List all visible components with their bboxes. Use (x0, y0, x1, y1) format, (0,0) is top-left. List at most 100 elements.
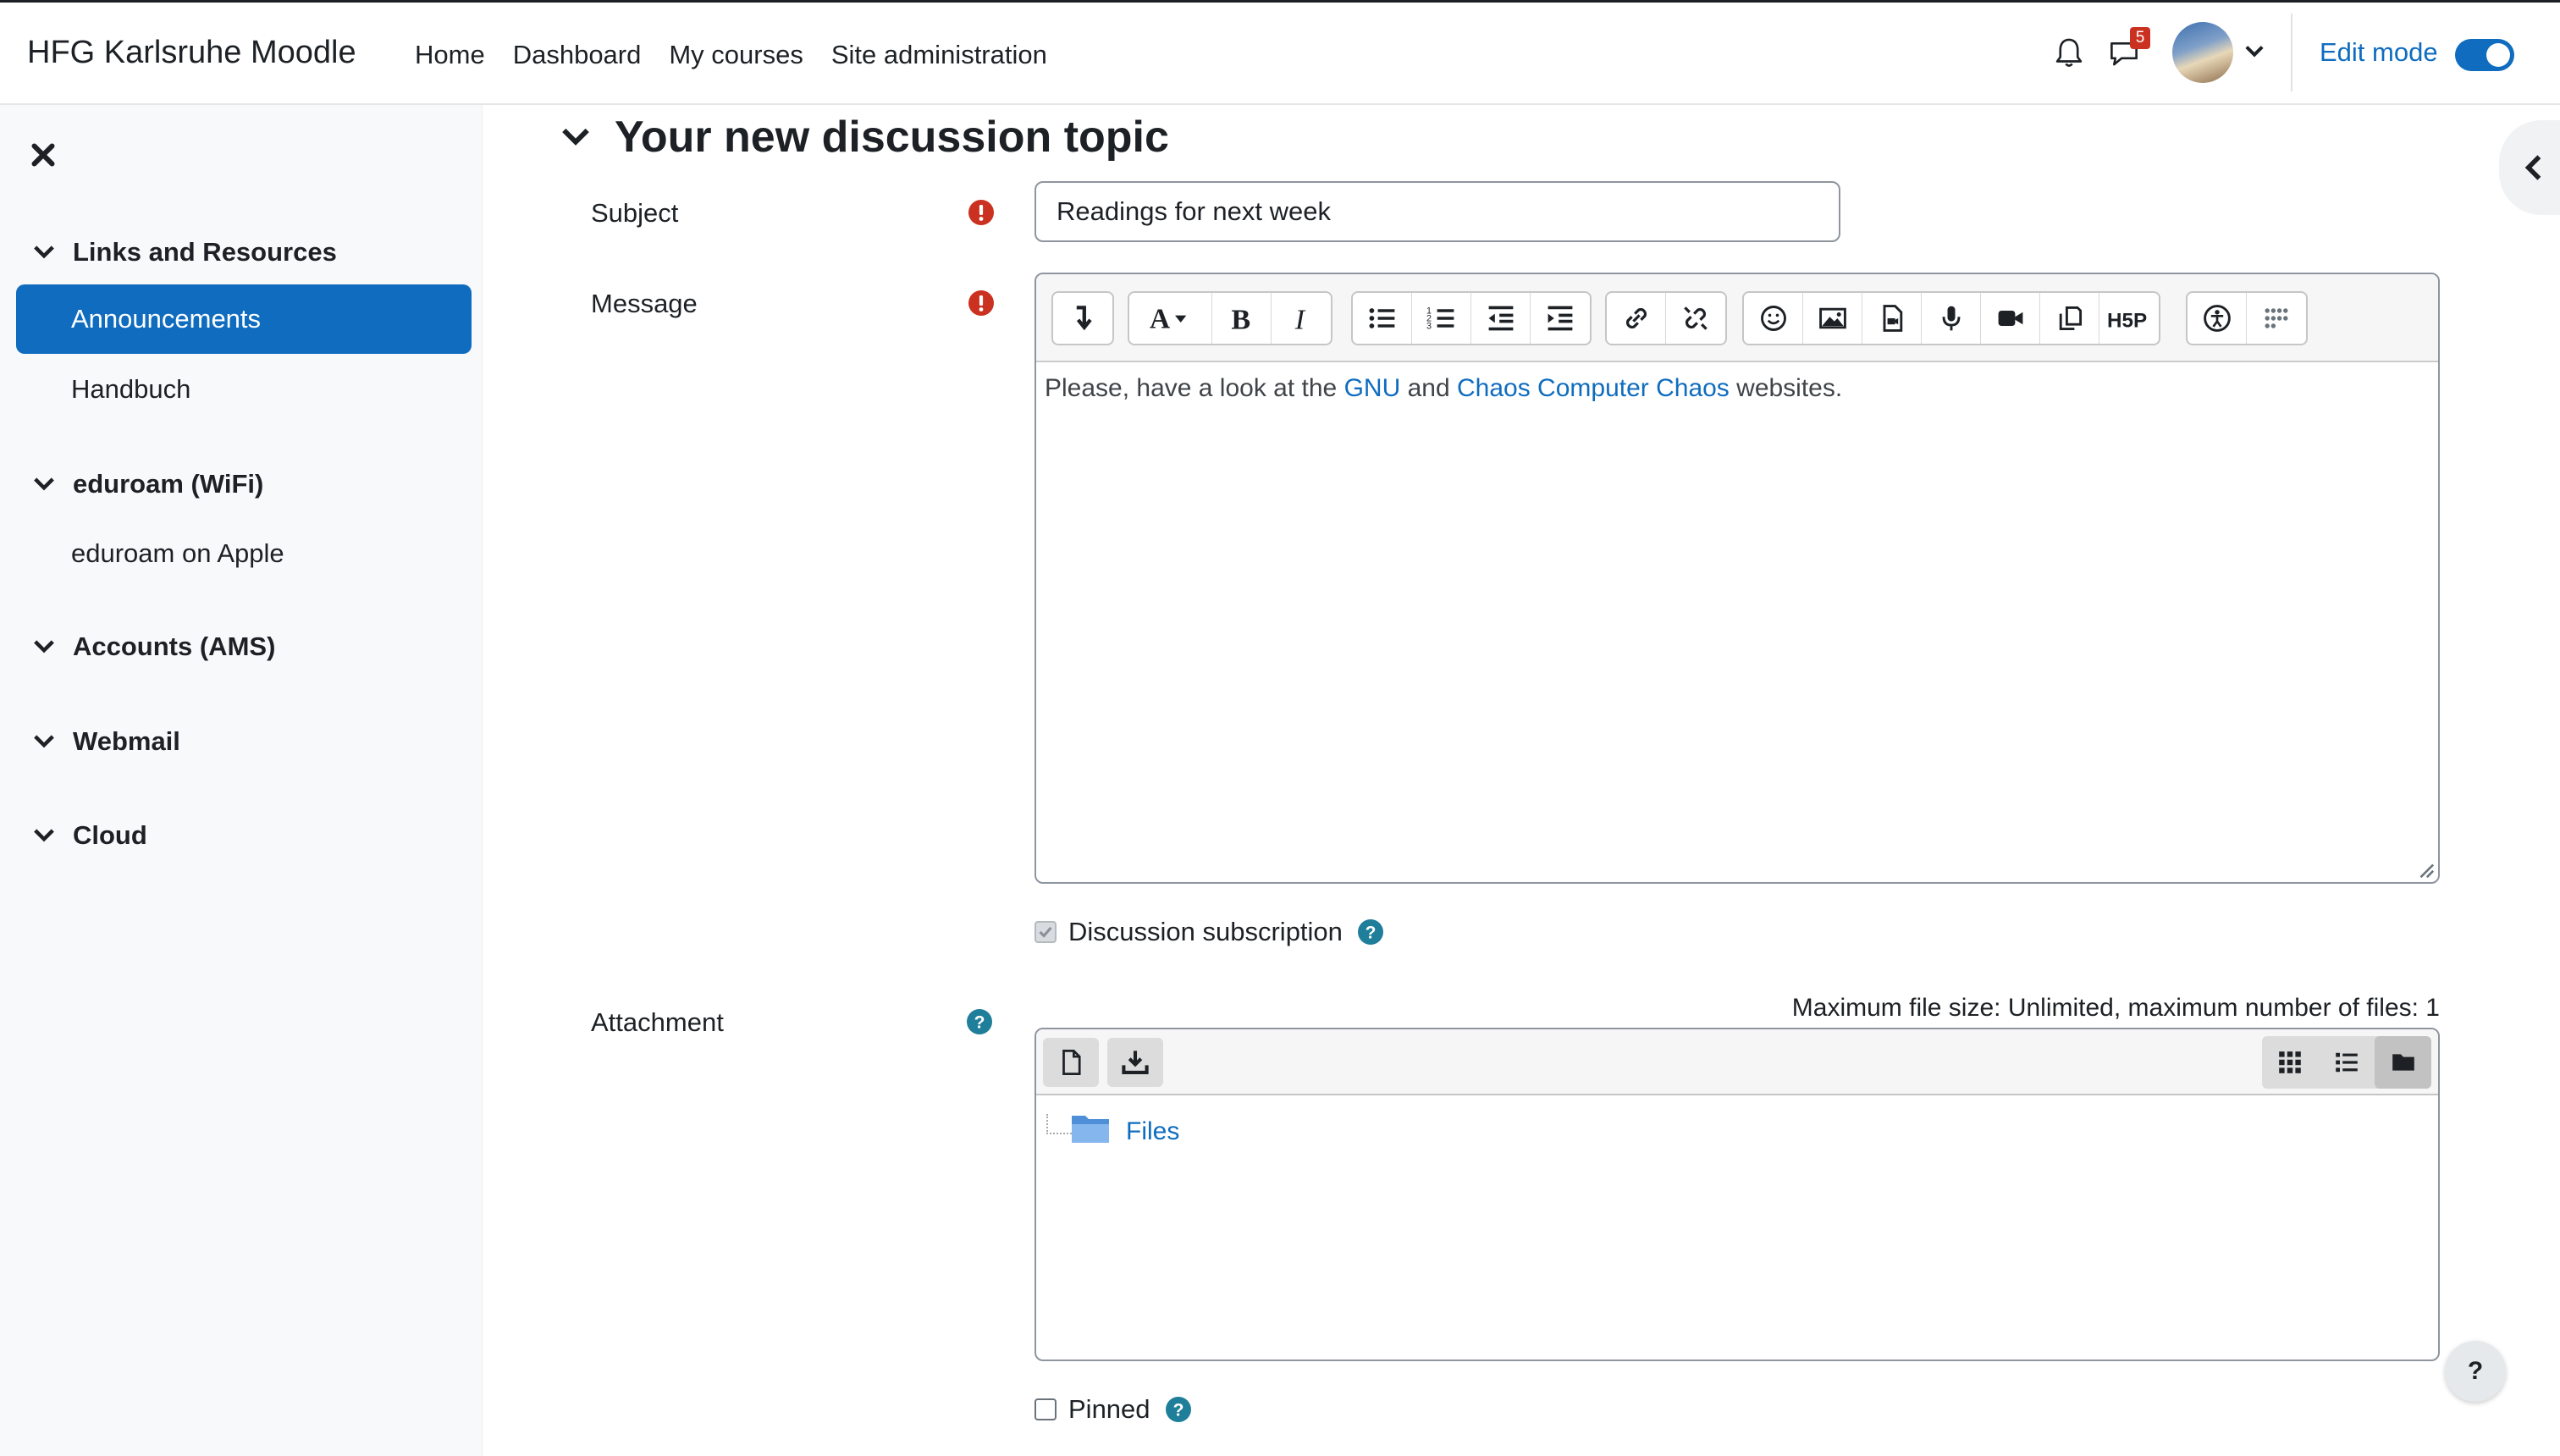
message-label: Message (591, 289, 698, 318)
help-question-icon[interactable]: ? (967, 1009, 992, 1034)
toggle-knob (2486, 43, 2510, 67)
toolbar-group-style: A B I (1128, 291, 1332, 345)
edit-mode-label[interactable]: Edit mode (2320, 37, 2438, 68)
help-question-icon[interactable]: ? (1165, 1397, 1191, 1422)
nav-my-courses[interactable]: My courses (669, 40, 803, 70)
files-folder-link[interactable]: Files (1126, 1117, 1179, 1146)
message-text: Please, have a look at the (1045, 374, 1344, 402)
svg-text:H5P: H5P (2107, 309, 2147, 332)
drawer-item-eduroam-on-apple[interactable]: eduroam on Apple (71, 538, 284, 569)
editor-toolbar: A B I 123 H5P (1036, 274, 2438, 362)
edit-mode-toggle[interactable] (2455, 39, 2514, 71)
file-limit-text: Maximum file size: Unlimited, maximum nu… (1791, 994, 2440, 1022)
unordered-list-icon[interactable] (1353, 293, 1412, 344)
bold-icon[interactable]: B (1212, 293, 1272, 344)
download-all-button[interactable] (1107, 1038, 1163, 1087)
open-block-drawer-button[interactable] (2499, 120, 2560, 215)
form-section-header[interactable]: Your new discussion topic (562, 112, 1169, 163)
chevron-down-icon (34, 735, 54, 748)
drawer-section-links-and-resources[interactable]: Links and Resources (34, 237, 337, 267)
discussion-subscription-row: Discussion subscription ? (1034, 917, 1383, 947)
folder-icon[interactable] (1070, 1111, 1111, 1144)
section-title: Accounts (AMS) (73, 631, 276, 661)
messages-count-badge: 5 (2130, 27, 2150, 49)
message-text: and (1400, 374, 1457, 402)
required-exclamation-icon (968, 200, 994, 225)
help-footer-button[interactable]: ? (2445, 1341, 2506, 1402)
chevron-down-icon (34, 477, 54, 491)
new-file-icon (1062, 1050, 1081, 1075)
unlink-icon[interactable] (1666, 293, 1725, 344)
svg-text:?: ? (1366, 924, 1377, 943)
nav-dashboard[interactable]: Dashboard (513, 40, 642, 70)
required-exclamation-icon (968, 290, 994, 316)
notifications-bell-icon[interactable] (2054, 37, 2084, 69)
pinned-checkbox[interactable] (1034, 1398, 1057, 1420)
link-icon[interactable] (1607, 293, 1666, 344)
attachment-label: Attachment (591, 1007, 724, 1037)
folder-icon (2392, 1054, 2414, 1071)
help-question-icon[interactable]: ? (1357, 919, 1383, 945)
h5p-icon[interactable]: H5P (2099, 293, 2159, 344)
emoji-icon[interactable] (1744, 293, 1803, 344)
toolbar-toggle-icon[interactable] (1053, 293, 1112, 344)
svg-text:B: B (1231, 305, 1250, 334)
chaos-computer-link[interactable]: Chaos Computer Chaos (1457, 374, 1730, 402)
view-mode-switcher (2262, 1036, 2432, 1089)
section-title: Links and Resources (73, 237, 337, 267)
drawer-section-cloud[interactable]: Cloud (34, 820, 147, 851)
indent-icon[interactable] (1531, 293, 1590, 344)
user-menu-chevron-down-icon[interactable] (2245, 44, 2264, 59)
site-brand[interactable]: HFG Karlsruhe Moodle (27, 35, 356, 71)
user-avatar[interactable] (2172, 22, 2233, 83)
outdent-icon[interactable] (1471, 293, 1531, 344)
italic-icon[interactable]: I (1272, 293, 1331, 344)
primary-navigation: Home Dashboard My courses Site administr… (415, 40, 1075, 70)
chevron-down-icon (562, 128, 589, 146)
drawer-section-accounts[interactable]: Accounts (AMS) (34, 631, 275, 662)
microphone-icon[interactable] (1922, 293, 1981, 344)
video-camera-icon[interactable] (1981, 293, 2040, 344)
form-section-title: Your new discussion topic (615, 113, 1169, 162)
message-text: websites. (1729, 374, 1843, 402)
svg-text:I: I (1294, 305, 1306, 334)
view-tree-button[interactable] (2375, 1036, 2432, 1089)
list-icon (2336, 1052, 2358, 1073)
view-list-button[interactable] (2319, 1036, 2375, 1089)
gnu-link[interactable]: GNU (1344, 374, 1401, 402)
chevron-down-icon (34, 829, 54, 842)
close-drawer-icon[interactable] (30, 142, 56, 168)
subject-input[interactable] (1034, 181, 1840, 242)
message-content[interactable]: Please, have a look at the GNU and Chaos… (1045, 374, 1842, 403)
svg-text:?: ? (974, 1013, 985, 1033)
ordered-list-icon[interactable]: 123 (1412, 293, 1471, 344)
add-file-button[interactable] (1043, 1038, 1099, 1087)
drawer-item-announcements[interactable]: Announcements (16, 284, 472, 354)
resize-handle-icon[interactable] (2416, 860, 2435, 879)
view-icons-button[interactable] (2262, 1036, 2319, 1089)
drawer-item-handbuch[interactable]: Handbuch (71, 374, 190, 405)
paragraph-styles-icon[interactable]: A (1129, 293, 1212, 344)
nav-home[interactable]: Home (415, 40, 485, 70)
discussion-subscription-checkbox[interactable] (1034, 921, 1057, 943)
svg-text:?: ? (1172, 1401, 1183, 1420)
section-title: Webmail (73, 726, 180, 756)
accessibility-checker-icon[interactable] (2188, 293, 2247, 344)
chevron-down-icon (34, 245, 54, 259)
course-index-drawer: Links and Resources Announcements Handbu… (0, 105, 483, 1456)
drawer-section-eduroam[interactable]: eduroam (WiFi) (34, 469, 263, 499)
drawer-section-webmail[interactable]: Webmail (34, 726, 180, 757)
chevron-down-icon (34, 640, 54, 654)
grid-icon (2279, 1051, 2302, 1073)
toolbar-group-links (1605, 291, 1727, 345)
pinned-row: Pinned ? (1034, 1394, 1191, 1425)
copy-paste-icon[interactable] (2040, 293, 2099, 344)
image-icon[interactable] (1803, 293, 1862, 344)
media-file-icon[interactable] (1862, 293, 1922, 344)
more-tools-icon[interactable] (2247, 293, 2306, 344)
chevron-left-icon (2524, 155, 2541, 180)
pinned-label: Pinned (1068, 1394, 1150, 1424)
attachment-filemanager: Files (1034, 1028, 2440, 1361)
toolbar-group-collapse (1051, 291, 1114, 345)
nav-site-administration[interactable]: Site administration (831, 40, 1047, 70)
